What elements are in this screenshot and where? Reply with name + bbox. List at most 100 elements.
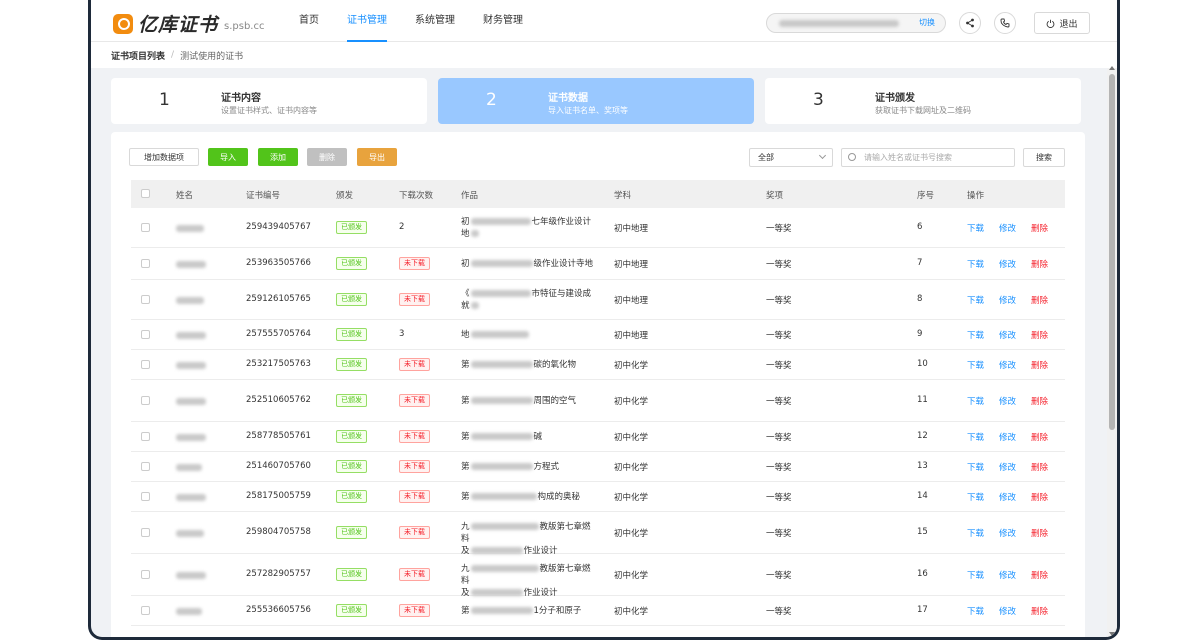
row-checkbox[interactable] — [141, 606, 150, 615]
table-row[interactable]: 252510605762 已颁发 未下载 第 周围的空气 初中化学 一等奖 11 下载 修改 删除 — [131, 380, 1065, 422]
export-button[interactable]: 导出 — [357, 148, 397, 166]
row-checkbox[interactable] — [141, 396, 150, 405]
cert-number: 259804705758 — [246, 527, 311, 537]
edit-link[interactable]: 修改 — [999, 294, 1016, 306]
filter-select[interactable]: 全部 — [749, 148, 833, 167]
row-checkbox[interactable] — [141, 570, 150, 579]
edit-link[interactable]: 修改 — [999, 395, 1016, 407]
delete-link[interactable]: 删除 — [1031, 222, 1048, 234]
download-link[interactable]: 下载 — [967, 258, 984, 270]
search-icon — [848, 153, 856, 161]
scrollbar-thumb[interactable] — [1109, 74, 1115, 430]
delete-link[interactable]: 删除 — [1031, 569, 1048, 581]
delete-link[interactable]: 删除 — [1031, 359, 1048, 371]
column-subject: 学科 — [614, 191, 632, 201]
edit-link[interactable]: 修改 — [999, 359, 1016, 371]
work-line2-start: 地 — [461, 229, 470, 239]
issued-badge: 已颁发 — [336, 460, 367, 473]
delete-link[interactable]: 删除 — [1031, 491, 1048, 503]
account-switch-link[interactable]: 切换 — [919, 17, 935, 28]
nav-home[interactable]: 首页 — [299, 0, 319, 42]
subject: 初中地理 — [614, 296, 649, 306]
award: 一等奖 — [766, 607, 792, 617]
delete-button[interactable]: 删除 — [307, 148, 347, 166]
cert-number: 252510605762 — [246, 395, 311, 405]
delete-link[interactable]: 删除 — [1031, 258, 1048, 270]
delete-link[interactable]: 删除 — [1031, 329, 1048, 341]
download-link[interactable]: 下载 — [967, 605, 984, 617]
edit-link[interactable]: 修改 — [999, 329, 1016, 341]
select-all-checkbox[interactable] — [141, 189, 150, 198]
row-checkbox[interactable] — [141, 330, 150, 339]
row-checkbox[interactable] — [141, 295, 150, 304]
delete-link[interactable]: 删除 — [1031, 527, 1048, 539]
edit-link[interactable]: 修改 — [999, 605, 1016, 617]
row-checkbox[interactable] — [141, 462, 150, 471]
row-checkbox[interactable] — [141, 492, 150, 501]
download-link[interactable]: 下载 — [967, 527, 984, 539]
add-button[interactable]: 添加 — [258, 148, 298, 166]
edit-link[interactable]: 修改 — [999, 527, 1016, 539]
account-selector[interactable]: 切换 — [766, 13, 946, 33]
download-link[interactable]: 下载 — [967, 395, 984, 407]
add-field-button[interactable]: 增加数据项 — [129, 148, 199, 166]
table-row[interactable]: 255536605756 已颁发 未下载 第 1分子和原子 初中化学 一等奖 17 下载 修改 删除 — [131, 596, 1065, 626]
edit-link[interactable]: 修改 — [999, 222, 1016, 234]
delete-link[interactable]: 删除 — [1031, 395, 1048, 407]
table-row[interactable]: 258778505761 已颁发 未下载第碱初中化学 一等奖 12 下载 修改 删除 — [131, 422, 1065, 452]
table-row[interactable]: 259126105765 已颁发 未下载 《 市特征与建设成就 初中地理 一等奖 8 下载 修改 删… — [131, 280, 1065, 320]
table-row[interactable]: 251460705760 已颁发 未下载 第 方程式 初中化学 一等奖 13 下载 修改 删除 — [131, 452, 1065, 482]
import-button[interactable]: 导入 — [208, 148, 248, 166]
row-checkbox[interactable] — [141, 360, 150, 369]
delete-link[interactable]: 删除 — [1031, 294, 1048, 306]
row-checkbox[interactable] — [141, 432, 150, 441]
nav-system-management[interactable]: 系统管理 — [415, 0, 455, 42]
work-line1-start: 《 — [461, 289, 470, 299]
row-checkbox[interactable] — [141, 259, 150, 268]
table-row[interactable]: 258175005759 已颁发 未下载 第 构成的奥秘 初中化学 一等奖 14 下载 修改 删除 — [131, 482, 1065, 512]
step-cert-issue[interactable]: 3 证书颁发 获取证书下载网址及二维码 — [765, 78, 1081, 124]
download-link[interactable]: 下载 — [967, 461, 984, 473]
download-link[interactable]: 下载 — [967, 359, 984, 371]
step-cert-data[interactable]: 2 证书数据 导入证书名单、奖项等 — [438, 78, 754, 124]
search-input[interactable] — [841, 148, 1015, 167]
table-row[interactable]: 253963505766 已颁发 未下载 初 级作业设计寺地 初中地理 一等奖 7 下载 修改 删除 — [131, 248, 1065, 280]
delete-link[interactable]: 删除 — [1031, 605, 1048, 617]
breadcrumb-root[interactable]: 证书项目列表 — [111, 49, 165, 62]
table-row[interactable]: 259439405767 已颁发 2 初 七年级作业设计地 初中地理 一等奖 6 下载 修改 删除 — [131, 208, 1065, 248]
download-link[interactable]: 下载 — [967, 431, 984, 443]
edit-link[interactable]: 修改 — [999, 461, 1016, 473]
delete-link[interactable]: 删除 — [1031, 461, 1048, 473]
nav-finance-management[interactable]: 财务管理 — [483, 0, 523, 42]
edit-link[interactable]: 修改 — [999, 569, 1016, 581]
download-link[interactable]: 下载 — [967, 294, 984, 306]
nav-cert-management[interactable]: 证书管理 — [347, 0, 387, 42]
row-checkbox[interactable] — [141, 223, 150, 232]
scroll-down-icon[interactable] — [1109, 632, 1115, 636]
issued-badge: 已颁发 — [336, 526, 367, 539]
phone-button[interactable] — [994, 12, 1016, 34]
logo[interactable]: 亿库证书 s.psb.cc — [113, 10, 264, 37]
delete-link[interactable]: 删除 — [1031, 431, 1048, 443]
download-link[interactable]: 下载 — [967, 222, 984, 234]
search-button[interactable]: 搜索 — [1023, 148, 1065, 167]
work-title: 第 碳的氧化物 — [461, 359, 596, 371]
work-text-redacted — [470, 547, 523, 554]
share-button[interactable] — [959, 12, 981, 34]
table-row[interactable]: 257282905757 已颁发 未下载 九教版第七章燃料及作业设计 初中化学 一等奖 16… — [131, 554, 1065, 598]
download-link[interactable]: 下载 — [967, 569, 984, 581]
edit-link[interactable]: 修改 — [999, 491, 1016, 503]
table-row[interactable]: 259804705758 已颁发 未下载 九教版第七章燃料及作业设计 初中化学 一等奖 15… — [131, 512, 1065, 556]
not-downloaded-badge: 未下载 — [399, 460, 430, 473]
table-row[interactable]: 257555705764 已颁发 3 地 初中地理 一等奖 9 下载 修改 删除 — [131, 320, 1065, 350]
step-cert-content[interactable]: 1 证书内容 设置证书样式、证书内容等 — [111, 78, 427, 124]
page-scrollbar[interactable] — [1107, 66, 1117, 637]
edit-link[interactable]: 修改 — [999, 258, 1016, 270]
download-link[interactable]: 下载 — [967, 329, 984, 341]
edit-link[interactable]: 修改 — [999, 431, 1016, 443]
logout-button[interactable]: 退出 — [1034, 12, 1090, 34]
scroll-up-icon[interactable] — [1109, 66, 1115, 70]
download-link[interactable]: 下载 — [967, 491, 984, 503]
table-row[interactable]: 253217505763 已颁发 未下载 第 碳的氧化物 初中化学 一等奖 10 下载 修改 删除 — [131, 350, 1065, 380]
row-checkbox[interactable] — [141, 528, 150, 537]
